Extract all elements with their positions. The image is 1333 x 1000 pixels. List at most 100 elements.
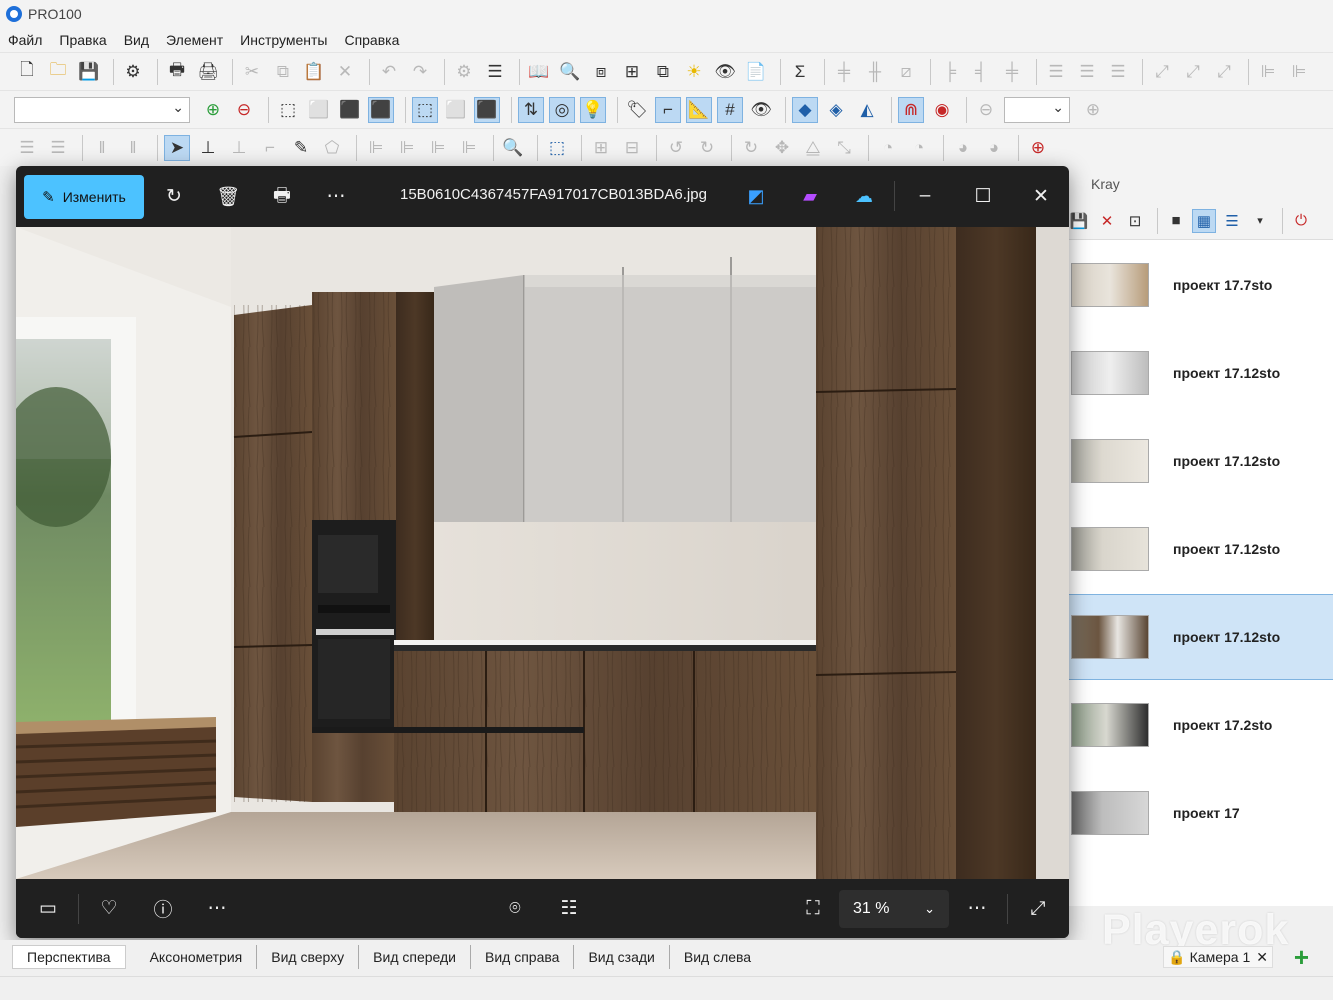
project-item[interactable]: проект 17.2sto	[1061, 682, 1333, 768]
copy-icon[interactable]: ⧉	[270, 59, 296, 85]
project-item[interactable]: проект 17.7sto	[1061, 242, 1333, 328]
cut-icon[interactable]: ✂	[239, 59, 265, 85]
menu-edit[interactable]: Правка	[59, 32, 106, 48]
measure-2-icon[interactable]: ⊥	[226, 135, 252, 161]
target-icon[interactable]: ◉	[929, 97, 955, 123]
print-icon[interactable]: 🖶	[164, 59, 190, 85]
tab-axonometry[interactable]: Аксонометрия	[136, 945, 258, 969]
tab-top-view[interactable]: Вид сверху	[257, 945, 360, 969]
align-a-icon[interactable]: ⊫	[363, 135, 389, 161]
info-icon[interactable]: ⓘ	[143, 889, 183, 929]
menu-view[interactable]: Вид	[124, 32, 149, 48]
box-view-2-icon[interactable]: ⬜	[443, 97, 469, 123]
zoom-select[interactable]	[1004, 96, 1070, 123]
menu-tools[interactable]: Инструменты	[240, 32, 327, 48]
snap-1-icon[interactable]: ◆	[792, 96, 818, 123]
print-icon[interactable]: 🖶	[262, 177, 302, 217]
add-camera-button[interactable]: +	[1294, 942, 1309, 973]
edit-button[interactable]: ✎ Изменить	[24, 174, 144, 219]
save-icon[interactable]: 💾	[76, 59, 102, 85]
snap-2-icon[interactable]: ◈	[823, 97, 849, 123]
project-item[interactable]: проект 17.12sto	[1061, 506, 1333, 592]
designer-app-icon[interactable]: ◩	[736, 176, 776, 216]
book-icon[interactable]: 📖	[526, 59, 552, 85]
eyedropper-icon[interactable]: ✎	[288, 135, 314, 161]
power-icon[interactable]: ⏻	[1289, 209, 1313, 233]
zoom-in-icon[interactable]: ⊕	[1080, 97, 1106, 123]
align-middle-icon[interactable]: ╫	[862, 59, 888, 85]
group-icon[interactable]: ⊞	[619, 59, 645, 85]
magnet-icon[interactable]: ⋒	[898, 96, 924, 123]
shape-icon[interactable]: ⬠	[319, 135, 345, 161]
snap-3-icon[interactable]: ◭	[854, 97, 880, 123]
tab-left-view[interactable]: Вид слева	[670, 945, 765, 969]
tab-right-view[interactable]: Вид справа	[471, 945, 575, 969]
project-item[interactable]: проект 17	[1061, 770, 1333, 856]
distribute-v2-icon[interactable]: ☰	[1074, 59, 1100, 85]
filmstrip-icon[interactable]: ▭	[28, 889, 68, 929]
mirror-icon[interactable]: ⧋	[800, 135, 826, 161]
tab-front-view[interactable]: Вид спереди	[359, 945, 471, 969]
print-preview-icon[interactable]: 🖨	[195, 59, 221, 85]
align-b-icon[interactable]: ⊫	[394, 135, 420, 161]
menu-element[interactable]: Элемент	[166, 32, 223, 48]
measure-icon[interactable]: ⊥	[195, 135, 221, 161]
camera-tab[interactable]: 🔒 Камера 1 ✕	[1163, 946, 1273, 968]
remove-texture-icon[interactable]: ⊖	[231, 97, 257, 123]
diag-1-icon[interactable]: ⤢	[1149, 59, 1175, 85]
align-diagonal-icon[interactable]: ⧄	[893, 59, 919, 85]
ruler-icon[interactable]: 📐	[686, 96, 712, 123]
panel-1-icon[interactable]: ‖	[89, 135, 115, 161]
more-zoom-options-icon[interactable]: ⋯	[957, 889, 997, 929]
menu-help[interactable]: Справка	[344, 32, 399, 48]
distribute-h-icon[interactable]: ╞	[937, 59, 963, 85]
dimensions-icon[interactable]: ⇅	[518, 96, 544, 123]
light-icon[interactable]: ☀	[681, 59, 707, 85]
distribute-v-icon[interactable]: ☰	[1043, 59, 1069, 85]
rotate-left-icon[interactable]: ↺	[663, 135, 689, 161]
search-icon[interactable]: 🔍	[557, 59, 583, 85]
wireframe-box-icon[interactable]: ⬚	[275, 97, 301, 123]
save-icon[interactable]: 💾	[1067, 209, 1091, 233]
project-item[interactable]: проект 17.12sto	[1061, 418, 1333, 504]
delete-icon[interactable]: 🗑	[208, 177, 248, 217]
onedrive-icon[interactable]: ☁	[844, 176, 884, 216]
clipchamp-icon[interactable]: ▰	[790, 176, 830, 216]
more-options-icon[interactable]: ⋯	[197, 889, 237, 929]
rotate-icon[interactable]: ↻	[154, 177, 194, 217]
frame-icon[interactable]: ⊡	[1123, 209, 1147, 233]
tab-back-view[interactable]: Вид сзади	[574, 945, 670, 969]
fit-to-window-icon[interactable]: ⛶	[793, 889, 833, 929]
box-shaded-icon[interactable]: ⬛	[337, 97, 363, 123]
eye-icon[interactable]: 👁	[748, 97, 774, 123]
align-c-icon[interactable]: ⊫	[425, 135, 451, 161]
open-folder-icon[interactable]: 🗀	[45, 59, 71, 85]
sliders-icon[interactable]: ☰	[482, 59, 508, 85]
pointer-icon[interactable]: ➤	[164, 134, 190, 161]
align-d-icon[interactable]: ⊫	[456, 135, 482, 161]
maximize-icon[interactable]: ☐	[963, 176, 1003, 216]
select-group-icon[interactable]: ⬚	[544, 135, 570, 161]
box-view-3-icon[interactable]: ⬛	[474, 96, 500, 123]
more-icon[interactable]: ⋯	[316, 177, 356, 217]
list-view-icon[interactable]: ☰	[1220, 209, 1244, 233]
box-view-1-icon[interactable]: ⬚	[412, 96, 438, 123]
align-left-icon[interactable]: ⊫	[1255, 59, 1281, 85]
small-icons-icon[interactable]: ▦	[1192, 208, 1216, 233]
report-icon[interactable]: 📄	[743, 59, 769, 85]
lights-icon[interactable]: 💡	[580, 96, 606, 123]
settings-icon[interactable]: ⚙	[451, 59, 477, 85]
hide-1-icon[interactable]: ◔	[875, 135, 901, 161]
ungroup-icon[interactable]: ⊟	[619, 135, 645, 161]
box-solid-icon[interactable]: ⬛	[368, 96, 394, 123]
label-icon[interactable]: ⌐	[257, 135, 283, 161]
rotate-icon[interactable]: ↻	[738, 135, 764, 161]
shelf-1-icon[interactable]: ☰	[14, 135, 40, 161]
add-texture-icon[interactable]: ⊕	[200, 97, 226, 123]
delete-icon[interactable]: ✕	[332, 59, 358, 85]
panel-2-icon[interactable]: ‖	[120, 135, 146, 161]
distribute-v3-icon[interactable]: ☰	[1105, 59, 1131, 85]
zoom-dropdown[interactable]: 31 % ⌄	[839, 889, 949, 928]
redo-icon[interactable]: ↷	[407, 59, 433, 85]
project-item[interactable]: проект 17.12sto	[1061, 330, 1333, 416]
